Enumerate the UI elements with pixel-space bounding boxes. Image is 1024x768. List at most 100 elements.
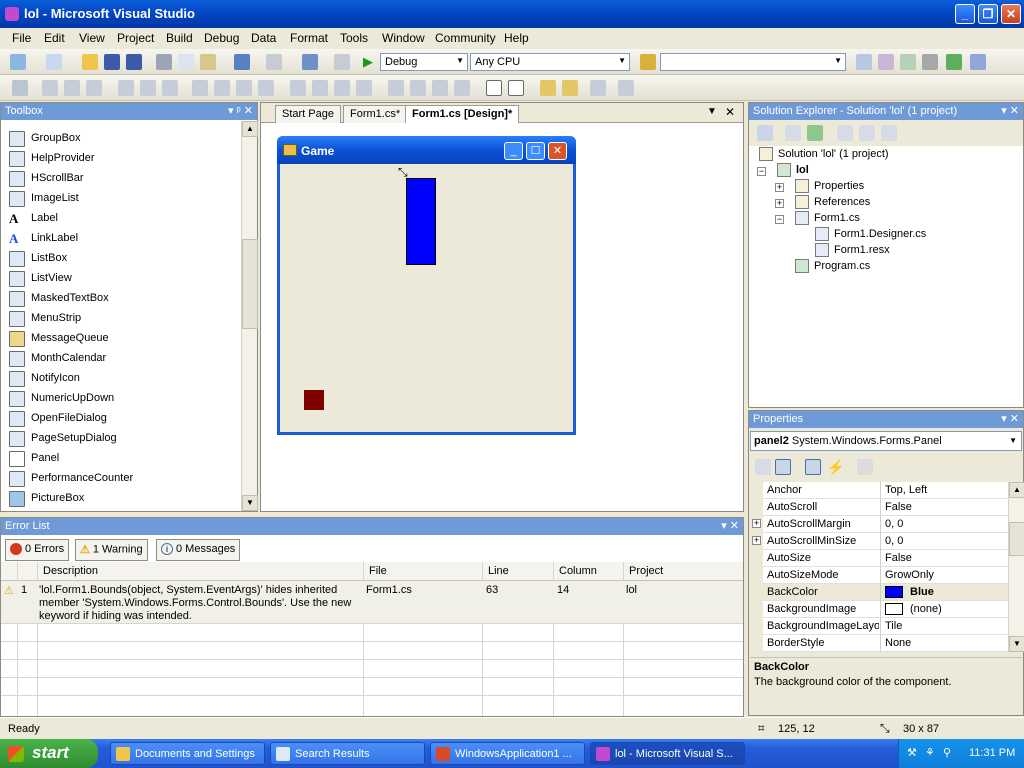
decrease-vertical-spacing-icon[interactable]	[432, 80, 448, 96]
tab-form1-design[interactable]: Form1.cs [Design]*	[405, 105, 520, 123]
object-selector-dropdown[interactable]: panel2 System.Windows.Forms.Panel ▼	[750, 431, 1022, 451]
view-designer-icon[interactable]	[859, 125, 875, 141]
minimize-button[interactable]: _	[955, 4, 975, 24]
navigate-forward-icon[interactable]	[334, 54, 350, 70]
close-document-icon[interactable]: ✕	[725, 105, 735, 119]
undo-icon[interactable]	[234, 54, 250, 70]
panel-controls[interactable]: ▾ ✕	[1001, 412, 1019, 425]
align-to-grid-icon[interactable]	[12, 80, 28, 96]
game-form-titlebar[interactable]: Game _ ☐ ✕	[277, 136, 576, 164]
redo-icon[interactable]	[266, 54, 282, 70]
view-code-icon[interactable]	[837, 125, 853, 141]
task-documents-and-settings[interactable]: Documents and Settings	[110, 742, 265, 765]
task-search-results[interactable]: Search Results	[270, 742, 425, 765]
table-row[interactable]: ⚠ 1 'lol.Form1.Bounds(object, System.Eve…	[1, 581, 743, 623]
decrease-horizontal-spacing-icon[interactable]	[334, 80, 350, 96]
scroll-up-icon[interactable]: ▲	[1009, 482, 1024, 498]
bring-to-front-icon[interactable]	[540, 80, 556, 96]
property-row[interactable]: BorderStyle None	[750, 635, 1008, 652]
expand-icon[interactable]: +	[775, 183, 784, 192]
save-icon[interactable]	[104, 54, 120, 70]
new-project-icon[interactable]	[10, 54, 26, 70]
properties-scrollbar[interactable]: ▲ ▼	[1008, 482, 1024, 652]
align-to-grid-icon[interactable]	[590, 80, 606, 96]
menu-format[interactable]: Format	[290, 31, 328, 45]
tray-tools-icon[interactable]: ⚒	[907, 746, 917, 759]
start-debugging-icon[interactable]: ▶	[363, 54, 379, 70]
tree-form1[interactable]: Form1.cs	[795, 211, 860, 227]
tree-references[interactable]: References	[795, 195, 870, 211]
scroll-down-icon[interactable]: ▼	[242, 495, 258, 511]
property-row[interactable]: + AutoScrollMinSize 0, 0	[750, 533, 1008, 550]
horizontal-spacing-icon[interactable]	[290, 80, 306, 96]
align-lefts-icon[interactable]	[42, 80, 58, 96]
expand-icon[interactable]: +	[775, 199, 784, 208]
align-centers-icon[interactable]	[64, 80, 80, 96]
properties-window-icon[interactable]	[878, 54, 894, 70]
increase-vertical-spacing-icon[interactable]	[410, 80, 426, 96]
show-all-files-icon[interactable]	[785, 125, 801, 141]
property-row[interactable]: BackgroundImageLayout Tile	[750, 618, 1008, 635]
tree-program[interactable]: Program.cs	[795, 259, 870, 275]
find-in-files-icon[interactable]	[640, 54, 656, 70]
menu-tools[interactable]: Tools	[340, 31, 368, 45]
collapse-icon[interactable]: −	[757, 167, 766, 176]
tree-form1-resx[interactable]: Form1.resx	[815, 243, 890, 259]
menu-view[interactable]: View	[79, 31, 105, 45]
expand-icon[interactable]: +	[752, 536, 761, 545]
tab-start-page[interactable]: Start Page	[275, 105, 341, 123]
paste-icon[interactable]	[200, 54, 216, 70]
panel-controls[interactable]: ▾ ✕	[1001, 104, 1019, 117]
make-same-height-icon[interactable]	[214, 80, 230, 96]
column-line[interactable]: Line	[488, 565, 509, 577]
task-lol-visual-studio[interactable]: lol - Microsoft Visual S...	[590, 742, 745, 765]
align-bottoms-icon[interactable]	[162, 80, 178, 96]
expand-icon[interactable]: +	[752, 519, 761, 528]
find-combo[interactable]: ▼	[660, 53, 846, 71]
property-row[interactable]: AutoScroll False	[750, 499, 1008, 516]
tray-network-icon[interactable]: ⚘	[925, 746, 935, 759]
refresh-icon[interactable]	[807, 125, 823, 141]
make-same-width-icon[interactable]	[192, 80, 208, 96]
object-browser-icon[interactable]	[900, 54, 916, 70]
column-description[interactable]: Description	[43, 565, 98, 577]
properties-icon[interactable]	[757, 125, 773, 141]
menu-edit[interactable]: Edit	[44, 31, 65, 45]
close-button[interactable]: ✕	[1001, 4, 1021, 24]
toolbox-icon[interactable]	[922, 54, 938, 70]
property-row[interactable]: Anchor Top, Left	[750, 482, 1008, 499]
command-window-icon[interactable]	[970, 54, 986, 70]
warnings-filter-button[interactable]: ⚠ 1 Warning	[75, 539, 148, 561]
property-pages-icon[interactable]	[857, 459, 873, 475]
events-icon[interactable]: ⚡	[827, 459, 844, 475]
align-tops-icon[interactable]	[118, 80, 134, 96]
property-row[interactable]: + AutoScrollMargin 0, 0	[750, 516, 1008, 533]
errors-filter-button[interactable]: 0 Errors	[5, 539, 70, 561]
game-form[interactable]: Game _ ☐ ✕ ⤡	[277, 136, 576, 435]
properties-view-icon[interactable]	[805, 459, 821, 475]
panel2-blue[interactable]	[406, 178, 436, 265]
scroll-thumb[interactable]	[1009, 522, 1024, 556]
dark-red-block[interactable]	[304, 390, 324, 410]
task-windowsapplication1[interactable]: WindowsApplication1 ...	[430, 742, 585, 765]
start-page-icon[interactable]	[946, 54, 962, 70]
property-row[interactable]: AutoSizeMode GrowOnly	[750, 567, 1008, 584]
column-project[interactable]: Project	[629, 565, 663, 577]
column-column[interactable]: Column	[559, 565, 597, 577]
menu-window[interactable]: Window	[382, 31, 425, 45]
tab-dropdown-icon[interactable]: ▼	[707, 106, 717, 117]
scroll-thumb[interactable]	[242, 239, 258, 329]
platform-dropdown[interactable]: Any CPU ▼	[470, 53, 630, 71]
remove-vertical-spacing-icon[interactable]	[454, 80, 470, 96]
scroll-up-icon[interactable]: ▲	[242, 121, 258, 137]
solution-config-dropdown[interactable]: Debug ▼	[380, 53, 468, 71]
messages-filter-button[interactable]: i0 Messages	[156, 539, 241, 561]
categorized-icon[interactable]	[755, 459, 771, 475]
menu-build[interactable]: Build	[166, 31, 193, 45]
start-button[interactable]: start	[0, 739, 98, 768]
tree-solution[interactable]: Solution 'lol' (1 project)	[759, 147, 889, 163]
collapse-icon[interactable]: −	[775, 215, 784, 224]
open-file-icon[interactable]	[82, 54, 98, 70]
add-item-icon[interactable]	[46, 54, 62, 70]
menu-community[interactable]: Community	[435, 31, 496, 45]
